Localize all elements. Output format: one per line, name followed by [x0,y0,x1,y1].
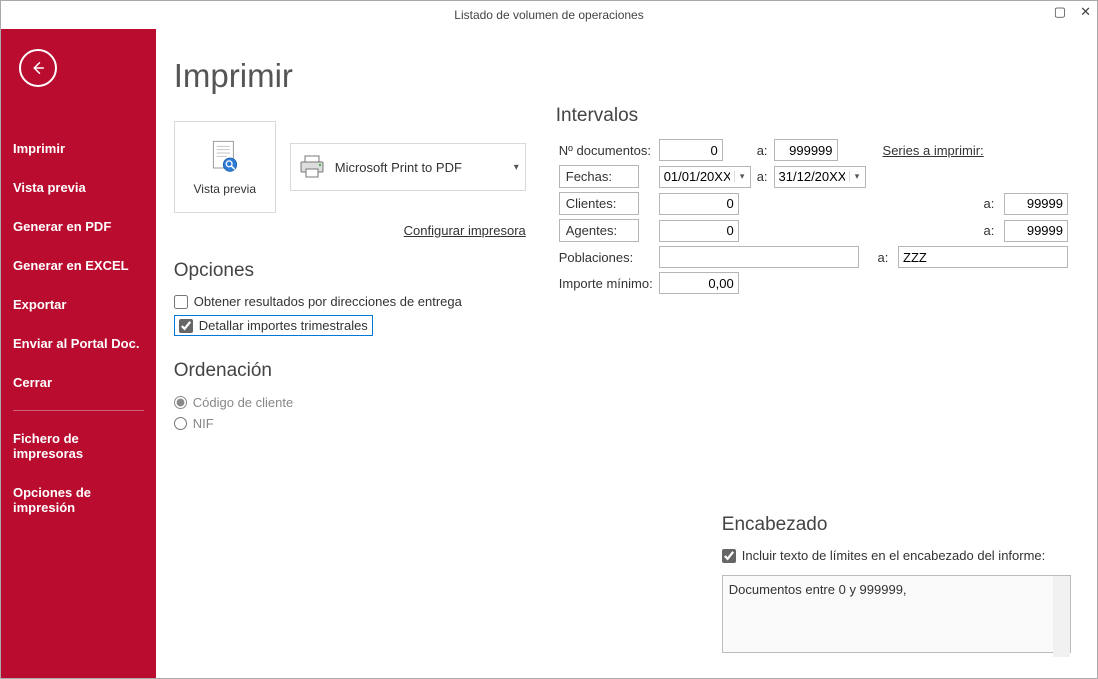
dates-label-button[interactable]: Fechas: [559,165,639,188]
document-preview-icon [205,138,245,178]
poblaciones-to-input[interactable] [898,246,1068,268]
date-from-picker[interactable]: ▾ [659,166,751,188]
chevron-down-icon[interactable]: ▾ [734,171,750,182]
radio-nif-input[interactable] [174,417,187,430]
close-icon[interactable]: ✕ [1080,5,1091,19]
configure-printer-link[interactable]: Configurar impresora [174,223,526,238]
sidebar: Imprimir Vista previa Generar en PDF Gen… [1,29,156,678]
ordering-heading: Ordenación [174,360,526,382]
checkbox-quarterly-detail[interactable]: Detallar importes trimestrales [174,315,373,336]
agents-from-input[interactable] [659,220,739,242]
delivery-label: Obtener resultados por direcciones de en… [194,294,462,309]
sidebar-divider [13,410,144,411]
delivery-checkbox-input[interactable] [174,295,188,309]
importe-label: Importe mínimo: [556,270,656,296]
include-limits-label: Incluir texto de límites en el encabezad… [742,548,1046,563]
date-to-picker[interactable]: ▾ [774,166,866,188]
radio-client-code[interactable]: Código de cliente [174,392,526,413]
back-button[interactable] [19,49,57,87]
window-title: Listado de volumen de operaciones [454,8,643,22]
docs-from-input[interactable] [659,139,723,161]
radio-nif-label: NIF [193,416,214,431]
date-to-input[interactable] [775,169,849,184]
preview-button[interactable]: Vista previa [174,121,276,213]
radio-client-label: Código de cliente [193,395,293,410]
title-bar: Listado de volumen de operaciones ▢ ✕ [1,1,1097,29]
docs-label: Nº documentos: [556,137,656,163]
agents-label-button[interactable]: Agentes: [559,219,639,242]
include-limits-input[interactable] [722,549,736,563]
sidebar-item-cerrar[interactable]: Cerrar [1,363,156,402]
importe-input[interactable] [659,272,739,294]
sidebar-item-opciones-impresion[interactable]: Opciones de impresión [1,473,156,527]
sidebar-item-fichero-impresoras[interactable]: Fichero de impresoras [1,419,156,473]
sidebar-item-generar-pdf[interactable]: Generar en PDF [1,207,156,246]
maximize-icon[interactable]: ▢ [1054,5,1066,19]
poblaciones-label: Poblaciones: [556,244,656,270]
sidebar-item-enviar-portal[interactable]: Enviar al Portal Doc. [1,324,156,363]
quarterly-checkbox-input[interactable] [179,319,193,333]
page-title: Imprimir [174,57,1071,95]
radio-nif[interactable]: NIF [174,413,526,434]
docs-to-input[interactable] [774,139,838,161]
clients-label-button[interactable]: Clientes: [559,192,639,215]
checkbox-include-limits[interactable]: Incluir texto de límites en el encabezad… [722,546,1071,565]
a-label: a: [754,137,771,163]
sidebar-item-vista-previa[interactable]: Vista previa [1,168,156,207]
quarterly-label: Detallar importes trimestrales [199,318,368,333]
printer-dropdown[interactable]: Microsoft Print to PDF ▾ [290,143,526,191]
header-heading: Encabezado [722,514,1071,536]
arrow-left-icon [29,59,47,77]
checkbox-delivery-addresses[interactable]: Obtener resultados por direcciones de en… [174,292,526,311]
options-heading: Opciones [174,260,526,282]
poblaciones-from-input[interactable] [659,246,859,268]
sidebar-item-generar-excel[interactable]: Generar en EXCEL [1,246,156,285]
header-textarea[interactable] [722,575,1071,653]
date-from-input[interactable] [660,169,734,184]
series-link[interactable]: Series a imprimir: [883,143,984,158]
intervals-heading: Intervalos [556,105,1071,127]
sidebar-item-imprimir[interactable]: Imprimir [1,129,156,168]
clients-to-input[interactable] [1004,193,1068,215]
agents-to-input[interactable] [1004,220,1068,242]
sidebar-item-exportar[interactable]: Exportar [1,285,156,324]
clients-from-input[interactable] [659,193,739,215]
radio-client-input[interactable] [174,396,187,409]
chevron-down-icon: ▾ [514,162,519,173]
preview-label: Vista previa [194,182,256,196]
printer-name: Microsoft Print to PDF [335,160,462,175]
printer-icon [297,153,327,181]
chevron-down-icon[interactable]: ▾ [849,171,865,182]
